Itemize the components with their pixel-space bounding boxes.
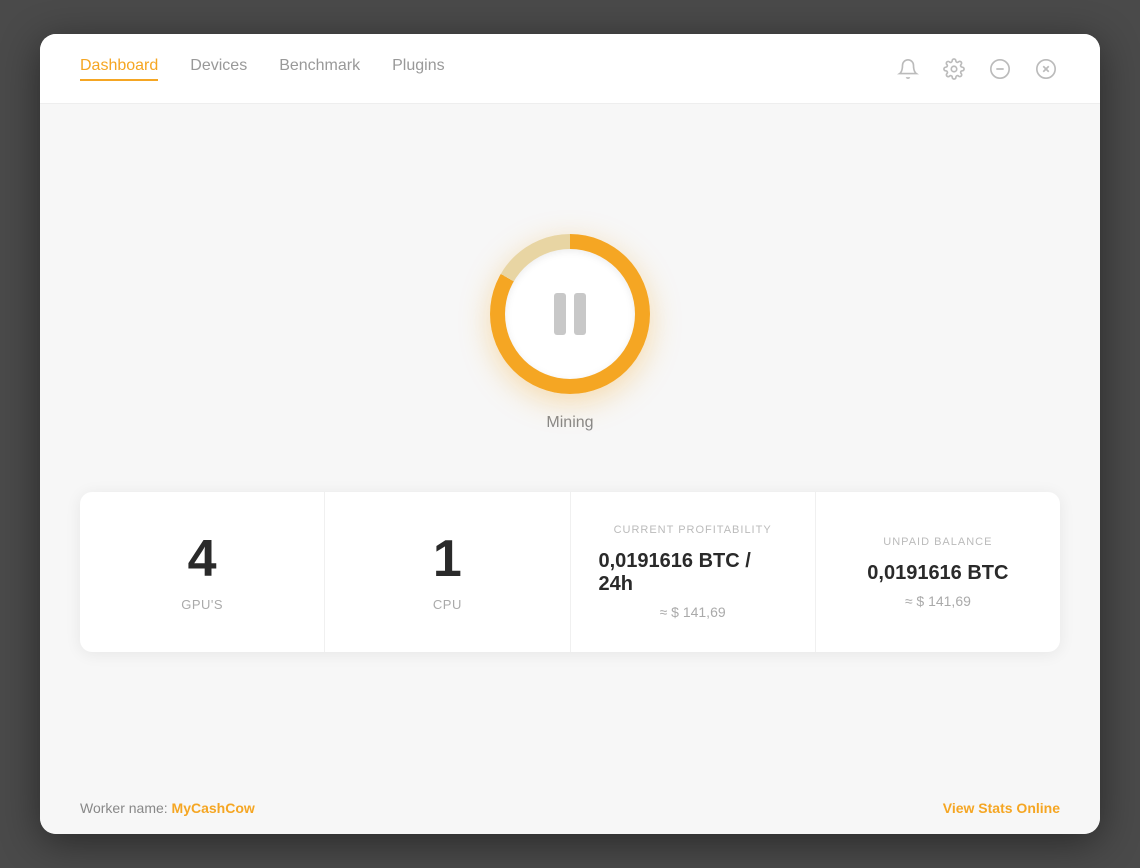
worker-name-prefix: Worker name: bbox=[80, 800, 172, 816]
balance-value: 0,0191616 BTC bbox=[867, 562, 1008, 585]
mining-section: Mining bbox=[490, 234, 650, 432]
app-window: Dashboard Devices Benchmark Plugins bbox=[40, 34, 1100, 834]
balance-usd: ≈ $ 141,69 bbox=[905, 593, 971, 609]
worker-name-value: MyCashCow bbox=[172, 800, 255, 816]
cpu-stat-card: 1 CPU bbox=[325, 492, 570, 652]
cpu-count: 1 bbox=[433, 533, 462, 585]
gpu-count: 4 bbox=[188, 533, 217, 585]
close-icon[interactable] bbox=[1032, 55, 1060, 83]
pause-bar-right bbox=[574, 293, 586, 335]
tab-benchmark[interactable]: Benchmark bbox=[279, 57, 360, 81]
profitability-card: CURRENT PROFITABILITY 0,0191616 BTC / 24… bbox=[571, 492, 816, 652]
stats-row: 4 GPU'S 1 CPU CURRENT PROFITABILITY 0,01… bbox=[80, 492, 1060, 652]
pause-icon bbox=[554, 293, 586, 335]
mining-button-inner bbox=[505, 249, 635, 379]
main-content: Mining 4 GPU'S 1 CPU CURRENT PROFITABILI… bbox=[40, 104, 1100, 782]
profitability-section-label: CURRENT PROFITABILITY bbox=[614, 524, 772, 536]
nav-tabs: Dashboard Devices Benchmark Plugins bbox=[80, 57, 445, 81]
bell-icon[interactable] bbox=[894, 55, 922, 83]
worker-name-container: Worker name: MyCashCow bbox=[80, 800, 255, 816]
gpu-stat-card: 4 GPU'S bbox=[80, 492, 325, 652]
balance-card: UNPAID BALANCE 0,0191616 BTC ≈ $ 141,69 bbox=[816, 492, 1060, 652]
footer: Worker name: MyCashCow View Stats Online bbox=[40, 782, 1100, 834]
minimize-icon[interactable] bbox=[986, 55, 1014, 83]
mining-status-label: Mining bbox=[546, 414, 593, 432]
gpu-label: GPU'S bbox=[181, 597, 223, 612]
header-icons bbox=[894, 55, 1060, 83]
pause-bar-left bbox=[554, 293, 566, 335]
view-stats-link[interactable]: View Stats Online bbox=[943, 800, 1060, 816]
cpu-label: CPU bbox=[433, 597, 462, 612]
balance-section-label: UNPAID BALANCE bbox=[883, 536, 992, 548]
tab-dashboard[interactable]: Dashboard bbox=[80, 57, 158, 81]
mining-toggle-button[interactable] bbox=[490, 234, 650, 394]
profitability-usd: ≈ $ 141,69 bbox=[660, 604, 726, 620]
header: Dashboard Devices Benchmark Plugins bbox=[40, 34, 1100, 104]
settings-icon[interactable] bbox=[940, 55, 968, 83]
tab-devices[interactable]: Devices bbox=[190, 57, 247, 81]
tab-plugins[interactable]: Plugins bbox=[392, 57, 444, 81]
profitability-value: 0,0191616 BTC / 24h bbox=[599, 550, 787, 596]
